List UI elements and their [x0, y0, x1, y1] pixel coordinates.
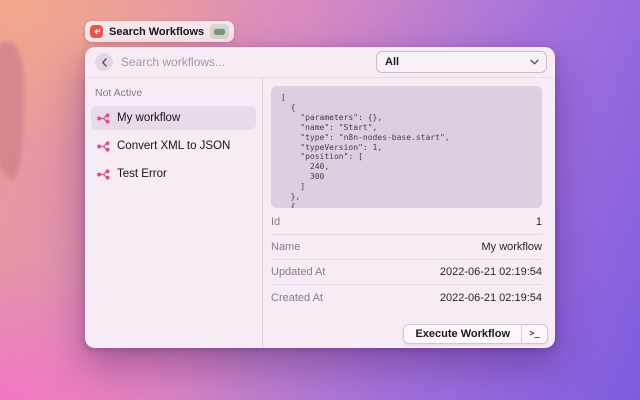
hotkey-badge [210, 24, 229, 39]
terminal-button[interactable]: >_ [521, 325, 547, 343]
workflow-item-my-workflow[interactable]: My workflow [91, 106, 256, 130]
metadata-value: 2022-06-21 02:19:54 [440, 292, 542, 304]
extension-icon [90, 25, 103, 38]
search-input[interactable] [121, 55, 376, 69]
filter-dropdown[interactable]: All [376, 51, 547, 73]
metadata-value: 1 [536, 216, 542, 228]
metadata-row-id: Id 1 [271, 210, 542, 235]
metadata-table: Id 1 Name My workflow Updated At 2022-06… [271, 210, 542, 310]
background-brush-streak [0, 42, 24, 180]
chevron-left-icon [101, 58, 108, 67]
chevron-down-icon [530, 59, 539, 65]
metadata-label: Name [271, 241, 300, 253]
window-body: Not Active My workflow Convert XML to JS… [85, 78, 555, 348]
metadata-row-created-at: Created At 2022-06-21 02:19:54 [271, 285, 542, 310]
metadata-value: 2022-06-21 02:19:54 [440, 266, 542, 278]
section-header: Not Active [91, 87, 256, 106]
workflow-icon [97, 168, 110, 181]
filter-value: All [385, 56, 399, 68]
execute-split-button: Execute Workflow >_ [403, 324, 548, 344]
search-bar: All [85, 47, 555, 78]
action-bar: Execute Workflow >_ [403, 324, 548, 344]
terminal-icon: >_ [529, 329, 539, 339]
workflow-item-test-error[interactable]: Test Error [91, 162, 256, 186]
workflow-icon [97, 112, 110, 125]
metadata-label: Created At [271, 292, 323, 304]
command-pill[interactable]: Search Workflows [85, 21, 234, 42]
workflow-item-convert-xml-to-json[interactable]: Convert XML to JSON [91, 134, 256, 158]
workflow-item-label: Test Error [117, 168, 167, 180]
workflow-icon [97, 140, 110, 153]
metadata-value: My workflow [481, 241, 542, 253]
workflow-list: Not Active My workflow Convert XML to JS… [85, 78, 262, 348]
detail-panel: [ { "parameters": {}, "name": "Start", "… [263, 78, 555, 348]
app-window: All Not Active My workflow Convert XML t… [85, 47, 555, 348]
back-button[interactable] [95, 53, 113, 71]
command-label: Search Workflows [109, 26, 204, 38]
badge-icon [214, 28, 225, 35]
execute-workflow-button[interactable]: Execute Workflow [404, 325, 521, 343]
metadata-label: Id [271, 216, 280, 228]
metadata-label: Updated At [271, 266, 325, 278]
metadata-row-name: Name My workflow [271, 235, 542, 260]
metadata-row-updated-at: Updated At 2022-06-21 02:19:54 [271, 260, 542, 285]
workflow-item-label: My workflow [117, 112, 180, 124]
workflow-item-label: Convert XML to JSON [117, 140, 230, 152]
workflow-json-preview[interactable]: [ { "parameters": {}, "name": "Start", "… [271, 86, 542, 208]
